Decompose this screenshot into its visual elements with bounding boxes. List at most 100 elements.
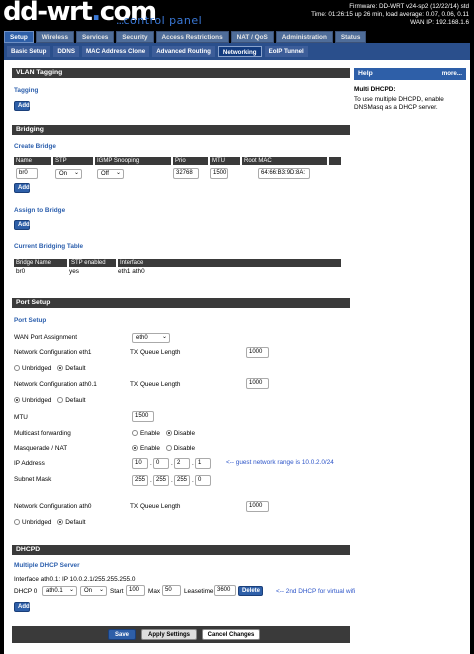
tab-status[interactable]: Status [334, 31, 367, 43]
subtab-networking[interactable]: Networking [217, 46, 262, 57]
dhcp-leasetime-input[interactable]: 3600 [214, 585, 236, 596]
save-button[interactable]: Save [108, 629, 136, 640]
table-cell-bridge-name: br0 [16, 268, 26, 275]
bridge-name-input[interactable]: br0 [16, 168, 38, 179]
mask-octet-1[interactable]: 255 [132, 475, 148, 486]
ip-octet-1[interactable]: 10 [132, 458, 148, 469]
root-mac-input[interactable]: 64:66:B3:9D:8A: [258, 168, 310, 179]
table-cell-stp: yes [69, 268, 79, 275]
control-panel-label: ...control panel [116, 14, 202, 27]
guest-network-note: <-- guest network range is 10.0.2.0/24 [226, 459, 334, 466]
uptime-text: Time: 01:26:15 up 26 min, load average: … [311, 11, 469, 18]
dhcp-state-select[interactable]: On [80, 586, 107, 596]
vlan-section: VLAN Tagging [12, 68, 350, 78]
multicast-disable-radio[interactable] [165, 430, 172, 437]
stp-select[interactable]: On [55, 169, 82, 179]
dhcp-start-input[interactable]: 100 [126, 585, 145, 596]
mask-octet-2[interactable]: 255 [153, 475, 169, 486]
col-mtu: MTU [210, 157, 240, 165]
subtab-eoip-tunnel[interactable]: EoIP Tunnel [264, 46, 308, 57]
ip-address-label: IP Address [14, 460, 45, 467]
mask-octet-3[interactable]: 255 [174, 475, 190, 486]
subtab-basic-setup[interactable]: Basic Setup [7, 46, 51, 57]
col-name: Name [14, 157, 51, 165]
help-text: To use multiple DHCPD, enable DNSMasq as… [354, 96, 444, 111]
tab-administration[interactable]: Administration [275, 31, 333, 43]
apply-settings-button[interactable]: Apply Settings [141, 629, 197, 640]
igmp-select[interactable]: Off [97, 169, 124, 179]
tab-wireless[interactable]: Wireless [35, 31, 74, 43]
current-bridging-label: Current Bridging Table [14, 243, 84, 250]
bridging-section: Bridging [12, 125, 350, 135]
ath01-default-label: Default [65, 397, 86, 404]
masquerade-disable-radio[interactable] [165, 445, 172, 452]
col-bridge-name: Bridge Name [14, 259, 67, 267]
tab-services[interactable]: Services [76, 31, 115, 43]
txq-eth1-input[interactable]: 1000 [246, 347, 269, 358]
port-setup-label: Port Setup [14, 317, 47, 324]
eth1-default-radio[interactable] [57, 365, 64, 372]
col-stp: STP [53, 157, 93, 165]
dhcp-add-button[interactable]: Add [14, 602, 30, 612]
bridge-add-button[interactable]: Add [14, 183, 30, 193]
help-panel: Help more... Multi DHCPD: To use multipl… [354, 68, 466, 112]
wan-port-label: WAN Port Assignment [14, 334, 77, 341]
mtu-input[interactable]: 1500 [210, 168, 228, 179]
section-title-port: Port Setup [12, 298, 350, 308]
assign-bridge-label: Assign to Bridge [14, 207, 66, 214]
logo-main: dd-wrt [3, 0, 93, 27]
main-content: VLAN Tagging Tagging Add Bridging Create… [4, 60, 470, 654]
dhcp-delete-button[interactable]: Delete [238, 586, 263, 596]
subtab-ddns[interactable]: DDNS [53, 46, 79, 57]
multicast-disable-label: Disable [173, 430, 196, 437]
subtab-advanced-routing[interactable]: Advanced Routing [152, 46, 215, 57]
tab-nat-qos[interactable]: NAT / QoS [230, 31, 274, 43]
masquerade-enable-radio[interactable] [132, 445, 138, 452]
ip-octet-4[interactable]: 1 [195, 458, 211, 469]
tab-setup[interactable]: Setup [4, 31, 34, 43]
tab-access-restrictions[interactable]: Access Restrictions [155, 31, 229, 43]
ip-dot: . [171, 460, 173, 467]
header: dd-wrt.com ...control panel Firmware: DD… [0, 0, 474, 31]
port-mtu-input[interactable]: 1500 [132, 411, 154, 422]
ath0-default-radio[interactable] [57, 519, 64, 526]
eth1-unbridged-radio[interactable] [14, 365, 20, 372]
ath01-default-radio[interactable] [57, 397, 64, 404]
help-more-link[interactable]: more... [442, 68, 462, 80]
vlan-add-button[interactable]: Add [14, 101, 30, 111]
eth1-unbridged-label: Unbridged [22, 365, 52, 372]
net-config-ath01-label: Network Configuration ath0.1 [14, 381, 97, 388]
dhcp-leasetime-label: Leasetime [184, 588, 214, 595]
txq-ath0-input[interactable]: 1000 [246, 501, 269, 512]
ip-octet-3[interactable]: 2 [174, 458, 190, 469]
subtab-mac-address-clone[interactable]: MAC Address Clone [81, 46, 150, 57]
ath01-unbridged-radio[interactable] [14, 397, 20, 404]
cancel-changes-button[interactable]: Cancel Changes [202, 629, 260, 640]
wan-port-select[interactable]: eth0 [132, 333, 170, 343]
ip-octet-2[interactable]: 0 [153, 458, 169, 469]
assign-add-button[interactable]: Add [14, 220, 30, 230]
col-stp-enabled: STP enabled [69, 259, 116, 267]
sub-nav: Basic Setup DDNS MAC Address Clone Advan… [4, 43, 470, 60]
multicast-label: Multicast forwarding [14, 430, 71, 437]
ath0-radio-group: Unbridged Default [14, 519, 86, 526]
prio-input[interactable]: 32768 [173, 168, 199, 179]
dhcp-interface-select[interactable]: ath0.1 [42, 586, 77, 596]
tab-security[interactable]: Security [116, 31, 154, 43]
section-title-dhcpd: DHCPD [12, 545, 350, 555]
masquerade-enable-label: Enable [140, 445, 160, 452]
ath0-unbridged-label: Unbridged [22, 519, 52, 526]
dhcp-start-label: Start [110, 588, 124, 595]
multicast-radio-group: Enable Disable [132, 430, 195, 437]
eth1-default-label: Default [65, 365, 86, 372]
txq-ath01-input[interactable]: 1000 [246, 378, 269, 389]
ath01-radio-group: Unbridged Default [14, 397, 86, 404]
ath0-unbridged-radio[interactable] [14, 519, 20, 526]
mask-octet-4[interactable]: 0 [195, 475, 211, 486]
subnet-mask-label: Subnet Mask [14, 476, 52, 483]
col-blank [329, 157, 341, 165]
dhcpd-section: DHCPD [12, 545, 350, 555]
multicast-enable-radio[interactable] [132, 430, 138, 437]
dhcp-max-input[interactable]: 50 [162, 585, 181, 596]
dhcp-interface-info: Interface ath0.1: IP 10.0.2.1/255.255.25… [14, 576, 136, 583]
